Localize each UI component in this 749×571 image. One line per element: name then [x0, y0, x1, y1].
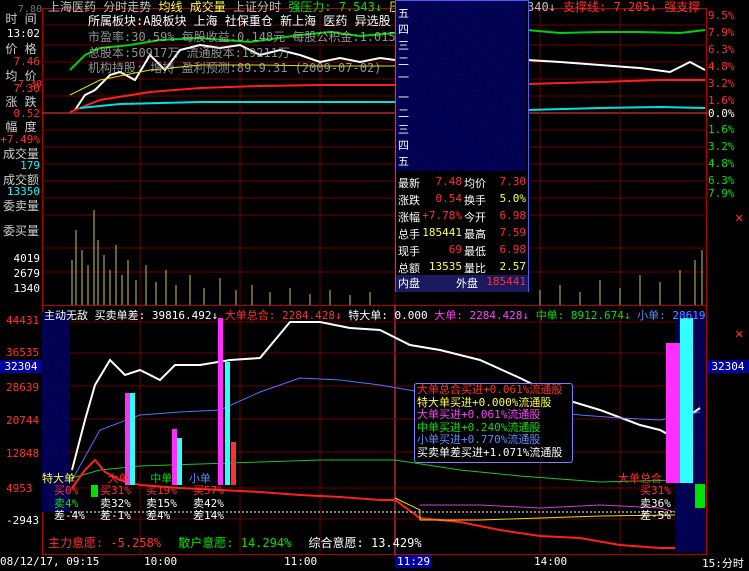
flow-yellow-line [394, 497, 676, 521]
close-icon-lower[interactable]: ✕ [735, 326, 743, 342]
pct-group: 买0% 卖4% 差-4% [54, 484, 85, 522]
order-row: 二 [398, 107, 409, 120]
quote-row: 现手 69 最低 6.98 [398, 243, 526, 258]
support-line: 支撑线: 7.205↓ [563, 0, 657, 14]
volume-axis-1: 4019 [13, 252, 41, 265]
order-row: 四 [398, 139, 409, 152]
mid-order: 中单: 8912.674↓ [535, 309, 631, 322]
pct-tick: 6.3% [708, 43, 735, 56]
info-line-1: 所属板块:A股板块 上海 社保重仓 新上海 医药 异选股 上海金 [88, 14, 434, 28]
price-axis-mid: 7.30 [17, 79, 42, 90]
pct-tick: 7.9% [708, 187, 735, 200]
pct-tick: 4.8% [708, 60, 735, 73]
pct-group: 买31% 卖32% 差-1% [100, 484, 131, 522]
pct-tick: 9.5% [708, 9, 735, 22]
pct-tick: 3.2% [708, 140, 735, 153]
tooltip-line: 买卖单差买进+1.071%流通股 [417, 445, 563, 459]
big-order: 大单: 2284.428↓ [434, 309, 530, 322]
flow-tick: 12848 [6, 447, 40, 460]
header-right-value: 340↓ [527, 0, 556, 14]
main-force-intent: 主力意愿: -5.258% [48, 536, 162, 550]
sell-volume-label: 委卖量 [2, 199, 39, 213]
tooltip-line: 小单买进+0.770%流通股 [417, 433, 541, 446]
red-line-right [526, 79, 705, 85]
net-order-diff: 买卖单差: 39816.492↓ [94, 309, 219, 322]
order-row: 三 [398, 123, 409, 136]
time-axis-tick: 10:00 [144, 555, 178, 568]
tooltip-line: 大单买进+0.061%流通股 [417, 408, 541, 421]
flow-white-line [71, 321, 701, 471]
time-axis-tick: 11:00 [284, 555, 318, 568]
time-axis-cursor: 11:29 [395, 555, 433, 568]
time-axis-end[interactable]: 15:分时 [702, 555, 744, 571]
order-row: 二 [398, 55, 409, 68]
pct-group: 买19% 卖15% 差4% [146, 484, 177, 522]
big-total: 大单总合: 2284.428↓ [224, 309, 342, 322]
pct-tick: 1.6% [708, 123, 735, 136]
flow-header: 主动无敌 买卖单差: 39816.492↓ 大单总合: 2284.428↓ 特大… [44, 307, 706, 323]
buy-volume-label: 委买量 [2, 224, 39, 238]
order-row: 五 [398, 7, 409, 20]
pct-group: 买57% 卖42% 差14% [193, 484, 224, 522]
summary-bar: 主力意愿: -5.258% 散户意愿: 14.294% 综合意愿: 13.429… [48, 534, 422, 551]
flow-tick: -2943 [6, 514, 40, 527]
overall-intent: 综合意愿: 13.429% [308, 536, 422, 550]
info-line-4: 机构持股: 增持 盈利预测:89.9.31 (2009-07-02) [88, 61, 382, 75]
flow-title[interactable]: 主动无敌 [44, 309, 88, 322]
price-line-green-right [526, 29, 706, 35]
quote-row: 内盘 外盘 185441 [396, 275, 528, 292]
volume-axis-3: 1340 [13, 282, 41, 295]
order-row: 一 [398, 71, 409, 84]
tooltip-line: 大单总合买进+0.061%流通股 [417, 383, 563, 396]
info-line-2: 市盈率:30.59% 每股收益:0.148元 每股公积金:1.015元 [88, 30, 408, 44]
time-value: 13:02 [6, 27, 40, 40]
flow-axis-right-current: 32304 [707, 360, 749, 373]
quote-row: 总手 185441 最高 7.59 [398, 226, 526, 241]
header-right: 340↓ 支撑线: 7.205↓ 强支撑 [527, 0, 700, 15]
pct-tick: 6.3% [708, 174, 735, 187]
cyan-line-right [526, 105, 706, 111]
quote-row: 涨幅 +7.78% 今开 6.98 [398, 209, 526, 224]
volume-axis-2: 2679 [13, 267, 41, 280]
time-axis-tick: 14:00 [534, 555, 568, 568]
pct-tick: 3.2% [708, 77, 735, 90]
pct-group-right: 买31% 卖36% 差-5% [640, 484, 671, 522]
flow-magenta-line [420, 504, 676, 513]
retail-intent: 散户意愿: 14.294% [178, 536, 292, 550]
order-row: 三 [398, 39, 409, 52]
flow-tick: 28639 [6, 381, 40, 394]
quote-panel: 五 四 三 二 一 一 二 三 四 五 最新 7.48 均价 7.30 涨跌 0… [395, 0, 529, 292]
pct-tick: 4.8% [708, 157, 735, 170]
pct-tick: 0.0% [708, 107, 735, 120]
flow-tick-current: 32304 [0, 360, 42, 373]
order-row: 一 [398, 91, 409, 104]
cyan-line [79, 101, 395, 109]
flow-tooltip: 大单总合买进+0.061%流通股 特大单买进+0.000%流通股 大单买进+0.… [414, 383, 573, 463]
flow-tick: 36535 [6, 346, 40, 359]
time-axis-start: 08/12/17, 09:15 [0, 555, 100, 568]
order-row: 五 [398, 155, 409, 168]
close-icon[interactable]: ✕ [735, 210, 743, 226]
order-book: 五 四 三 二 一 一 二 三 四 五 [396, 1, 526, 171]
price-axis-top: 7.80 [17, 4, 42, 15]
super-big: 特大单: 0.000 [348, 309, 428, 322]
quote-row: 涨跌 0.54 换手 5.0% [398, 192, 526, 207]
flow-tick: 20744 [6, 414, 40, 427]
pct-tick: 1.6% [708, 94, 735, 107]
flow-tick: 44431 [6, 314, 40, 327]
strong-support: 强支撑 [664, 0, 701, 14]
small-order: 小单: 28619 [637, 309, 706, 322]
flow-tick: 4953 [6, 482, 33, 495]
pct-tick: 7.9% [708, 26, 735, 39]
quote-row: 最新 7.48 均价 7.30 [398, 175, 526, 190]
red-line [69, 84, 395, 113]
order-row: 四 [398, 23, 409, 36]
